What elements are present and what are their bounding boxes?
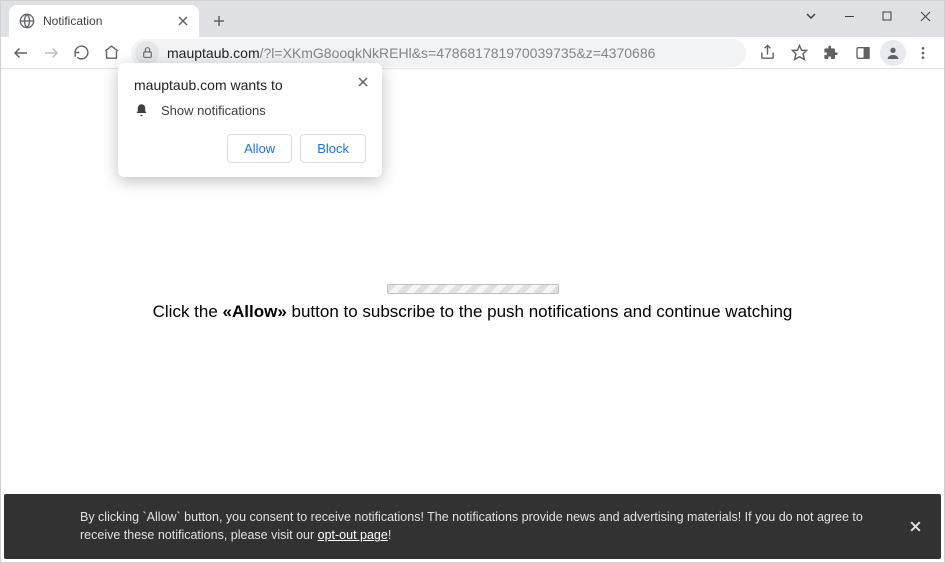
instruction-post: button to subscribe to the push notifica… <box>287 302 793 321</box>
share-icon[interactable] <box>752 39 782 67</box>
opt-out-link[interactable]: opt-out page <box>318 528 388 542</box>
tab-title: Notification <box>43 14 167 28</box>
block-button[interactable]: Block <box>300 134 366 163</box>
sidepanel-icon[interactable] <box>848 39 878 67</box>
consent-text-pre: By clicking `Allow` button, you consent … <box>80 510 863 543</box>
allow-button[interactable]: Allow <box>227 134 292 163</box>
instruction-bold: «Allow» <box>223 302 287 321</box>
permission-body: Show notifications <box>161 103 266 118</box>
bell-icon <box>134 103 149 118</box>
lock-icon[interactable] <box>135 41 159 65</box>
home-button[interactable] <box>97 39 125 67</box>
profile-avatar[interactable] <box>880 40 906 66</box>
close-window-button[interactable] <box>906 1 944 31</box>
url-path: /?l=XKmG8ooqkNkREHl&s=478681781970039735… <box>260 45 656 61</box>
globe-icon <box>19 13 35 29</box>
consent-bar: By clicking `Allow` button, you consent … <box>4 494 941 560</box>
instruction-pre: Click the <box>153 302 223 321</box>
notification-permission-popup: mauptaub.com wants to Show notifications… <box>118 63 382 177</box>
consent-text-post: ! <box>388 528 391 542</box>
instruction-text: Click the «Allow» button to subscribe to… <box>153 302 793 322</box>
maximize-button[interactable] <box>868 1 906 31</box>
browser-tab[interactable]: Notification <box>9 5 199 37</box>
permission-title: mauptaub.com wants to <box>134 77 366 93</box>
consent-close-button[interactable] <box>905 516 925 536</box>
back-button[interactable] <box>7 39 35 67</box>
new-tab-button[interactable] <box>205 7 233 35</box>
extensions-icon[interactable] <box>816 39 846 67</box>
url-text: mauptaub.com/?l=XKmG8ooqkNkREHl&s=478681… <box>167 45 655 61</box>
titlebar: Notification <box>1 1 944 37</box>
minimize-button[interactable] <box>830 1 868 31</box>
window-controls <box>792 1 944 31</box>
loading-bar <box>387 284 559 294</box>
url-domain: mauptaub.com <box>167 45 260 61</box>
chevron-down-icon[interactable] <box>792 1 830 31</box>
reload-button[interactable] <box>67 39 95 67</box>
close-icon[interactable] <box>354 73 372 91</box>
forward-button[interactable] <box>37 39 65 67</box>
tab-close-button[interactable] <box>175 13 191 29</box>
bookmark-star-icon[interactable] <box>784 39 814 67</box>
menu-icon[interactable] <box>908 39 938 67</box>
